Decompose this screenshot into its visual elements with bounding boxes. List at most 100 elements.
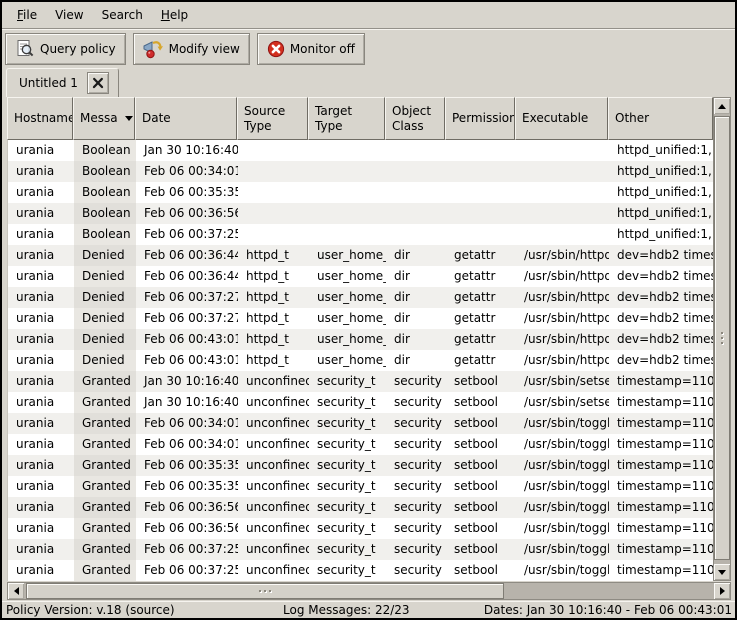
query-policy-button[interactable]: Query policy	[5, 33, 126, 65]
cell-perm	[446, 161, 516, 182]
table-row[interactable]: uraniaDeniedFeb 06 00:37:27httpd_tuser_h…	[8, 308, 713, 329]
table-row[interactable]: uraniaGrantedFeb 06 00:37:25unconfined_s…	[8, 539, 713, 560]
cell-host: urania	[8, 350, 74, 371]
cell-exe: /usr/sbin/setseb	[516, 371, 609, 392]
cell-date: Feb 06 00:35:35	[136, 182, 238, 203]
cell-perm: getattr	[446, 350, 516, 371]
column-header-date[interactable]: Date	[135, 97, 237, 140]
cell-exe	[516, 224, 609, 245]
cell-other: httpd_unified:1, h	[609, 182, 713, 203]
cell-msg: Denied	[74, 329, 136, 350]
table-row[interactable]: uraniaDeniedFeb 06 00:43:01httpd_tuser_h…	[8, 350, 713, 371]
close-icon	[92, 77, 104, 89]
cell-cls: security	[386, 476, 446, 497]
column-header-msg[interactable]: Messa	[73, 97, 135, 140]
column-header-src[interactable]: Source Type	[237, 97, 308, 140]
cell-msg: Denied	[74, 350, 136, 371]
cell-src: unconfined_	[238, 455, 309, 476]
table-row[interactable]: uraniaGrantedFeb 06 00:34:01unconfined_s…	[8, 413, 713, 434]
table-row[interactable]: uraniaBooleanFeb 06 00:36:56httpd_unifie…	[8, 203, 713, 224]
cell-tgt	[309, 161, 386, 182]
cell-date: Feb 06 00:35:35	[136, 455, 238, 476]
cell-other: httpd_unified:1, h	[609, 224, 713, 245]
vertical-scrollbar[interactable]	[713, 97, 731, 581]
cell-exe: /usr/sbin/httpd	[516, 245, 609, 266]
horizontal-scrollbar-thumb[interactable]	[26, 583, 504, 599]
scroll-up-button[interactable]	[714, 98, 730, 114]
table-row[interactable]: uraniaGrantedFeb 06 00:35:35unconfined_s…	[8, 476, 713, 497]
column-header-label: Date	[142, 111, 171, 125]
cell-tgt: user_home_	[309, 350, 386, 371]
table-body: uraniaBooleanJan 30 10:16:40httpd_unifie…	[7, 140, 713, 581]
table-row[interactable]: uraniaDeniedFeb 06 00:37:27httpd_tuser_h…	[8, 287, 713, 308]
cell-msg: Granted	[74, 539, 136, 560]
cell-tgt	[309, 203, 386, 224]
table-row[interactable]: uraniaDeniedFeb 06 00:36:44httpd_tuser_h…	[8, 245, 713, 266]
cell-msg: Granted	[74, 497, 136, 518]
cell-host: urania	[8, 560, 74, 581]
table-row[interactable]: uraniaBooleanFeb 06 00:34:01httpd_unifie…	[8, 161, 713, 182]
table-row[interactable]: uraniaGrantedFeb 06 00:37:25unconfined_s…	[8, 560, 713, 581]
cell-exe: /usr/sbin/toggle	[516, 434, 609, 455]
horizontal-scrollbar[interactable]	[7, 582, 731, 600]
scroll-right-button[interactable]	[714, 583, 730, 599]
column-header-other[interactable]: Other	[608, 97, 713, 140]
cell-exe: /usr/sbin/toggle	[516, 476, 609, 497]
cell-perm: setbool	[446, 539, 516, 560]
table-row[interactable]: uraniaGrantedJan 30 10:16:40unconfined_s…	[8, 392, 713, 413]
table-row[interactable]: uraniaBooleanJan 30 10:16:40httpd_unifie…	[8, 140, 713, 161]
modify-view-label: Modify view	[169, 42, 240, 56]
table-row[interactable]: uraniaGrantedJan 30 10:16:40unconfined_s…	[8, 371, 713, 392]
cell-other: dev=hdb2 timesta	[609, 287, 713, 308]
cell-cls: security	[386, 434, 446, 455]
cell-perm: setbool	[446, 434, 516, 455]
table-row[interactable]: uraniaDeniedFeb 06 00:43:01httpd_tuser_h…	[8, 329, 713, 350]
column-header-label: Permission	[452, 111, 515, 125]
sort-desc-arrow-icon	[125, 116, 133, 121]
menu-file[interactable]: File	[8, 4, 46, 26]
menu-search[interactable]: Search	[93, 4, 152, 26]
table-row[interactable]: uraniaBooleanFeb 06 00:37:25httpd_unifie…	[8, 224, 713, 245]
cell-tgt: user_home_	[309, 287, 386, 308]
cell-cls: security	[386, 560, 446, 581]
column-header-perm[interactable]: Permission	[445, 97, 515, 140]
table-row[interactable]: uraniaGrantedFeb 06 00:35:35unconfined_s…	[8, 455, 713, 476]
scroll-down-button[interactable]	[714, 564, 730, 580]
tab-untitled-1[interactable]: Untitled 1	[6, 68, 119, 97]
column-header-host[interactable]: Hostname	[7, 97, 73, 140]
thumb-grip-icon	[259, 590, 271, 592]
tab-close-button[interactable]	[87, 72, 109, 94]
cell-other: timestamp=11076	[609, 476, 713, 497]
cell-msg: Boolean	[74, 161, 136, 182]
table-row[interactable]: uraniaDeniedFeb 06 00:36:44httpd_tuser_h…	[8, 266, 713, 287]
table-row[interactable]: uraniaGrantedFeb 06 00:36:56unconfined_s…	[8, 518, 713, 539]
table-row[interactable]: uraniaBooleanFeb 06 00:35:35httpd_unifie…	[8, 182, 713, 203]
monitor-off-label: Monitor off	[290, 42, 355, 56]
cell-host: urania	[8, 518, 74, 539]
query-policy-label: Query policy	[40, 42, 116, 56]
table-row[interactable]: uraniaGrantedFeb 06 00:36:56unconfined_s…	[8, 497, 713, 518]
table-row[interactable]: uraniaGrantedFeb 06 00:34:01unconfined_s…	[8, 434, 713, 455]
menu-view[interactable]: View	[46, 4, 92, 26]
cell-msg: Boolean	[74, 203, 136, 224]
cell-other: timestamp=11076	[609, 539, 713, 560]
column-header-tgt[interactable]: Target Type	[308, 97, 385, 140]
cell-exe: /usr/sbin/toggle	[516, 560, 609, 581]
cell-perm	[446, 224, 516, 245]
modify-view-button[interactable]: Modify view	[133, 33, 250, 65]
cell-tgt: user_home_	[309, 329, 386, 350]
cell-src	[238, 161, 309, 182]
cell-tgt: user_home_	[309, 308, 386, 329]
cell-date: Feb 06 00:36:56	[136, 497, 238, 518]
cell-other: httpd_unified:1, h	[609, 203, 713, 224]
menu-help[interactable]: Help	[152, 4, 197, 26]
vertical-scrollbar-thumb[interactable]	[714, 116, 730, 560]
column-header-cls[interactable]: Object Class	[385, 97, 445, 140]
cell-cls	[386, 203, 446, 224]
scroll-left-button[interactable]	[8, 583, 24, 599]
cell-tgt: security_t	[309, 497, 386, 518]
cell-msg: Boolean	[74, 224, 136, 245]
column-header-exe[interactable]: Executable	[515, 97, 608, 140]
modify-view-icon	[143, 39, 164, 59]
monitor-off-button[interactable]: Monitor off	[257, 33, 365, 65]
